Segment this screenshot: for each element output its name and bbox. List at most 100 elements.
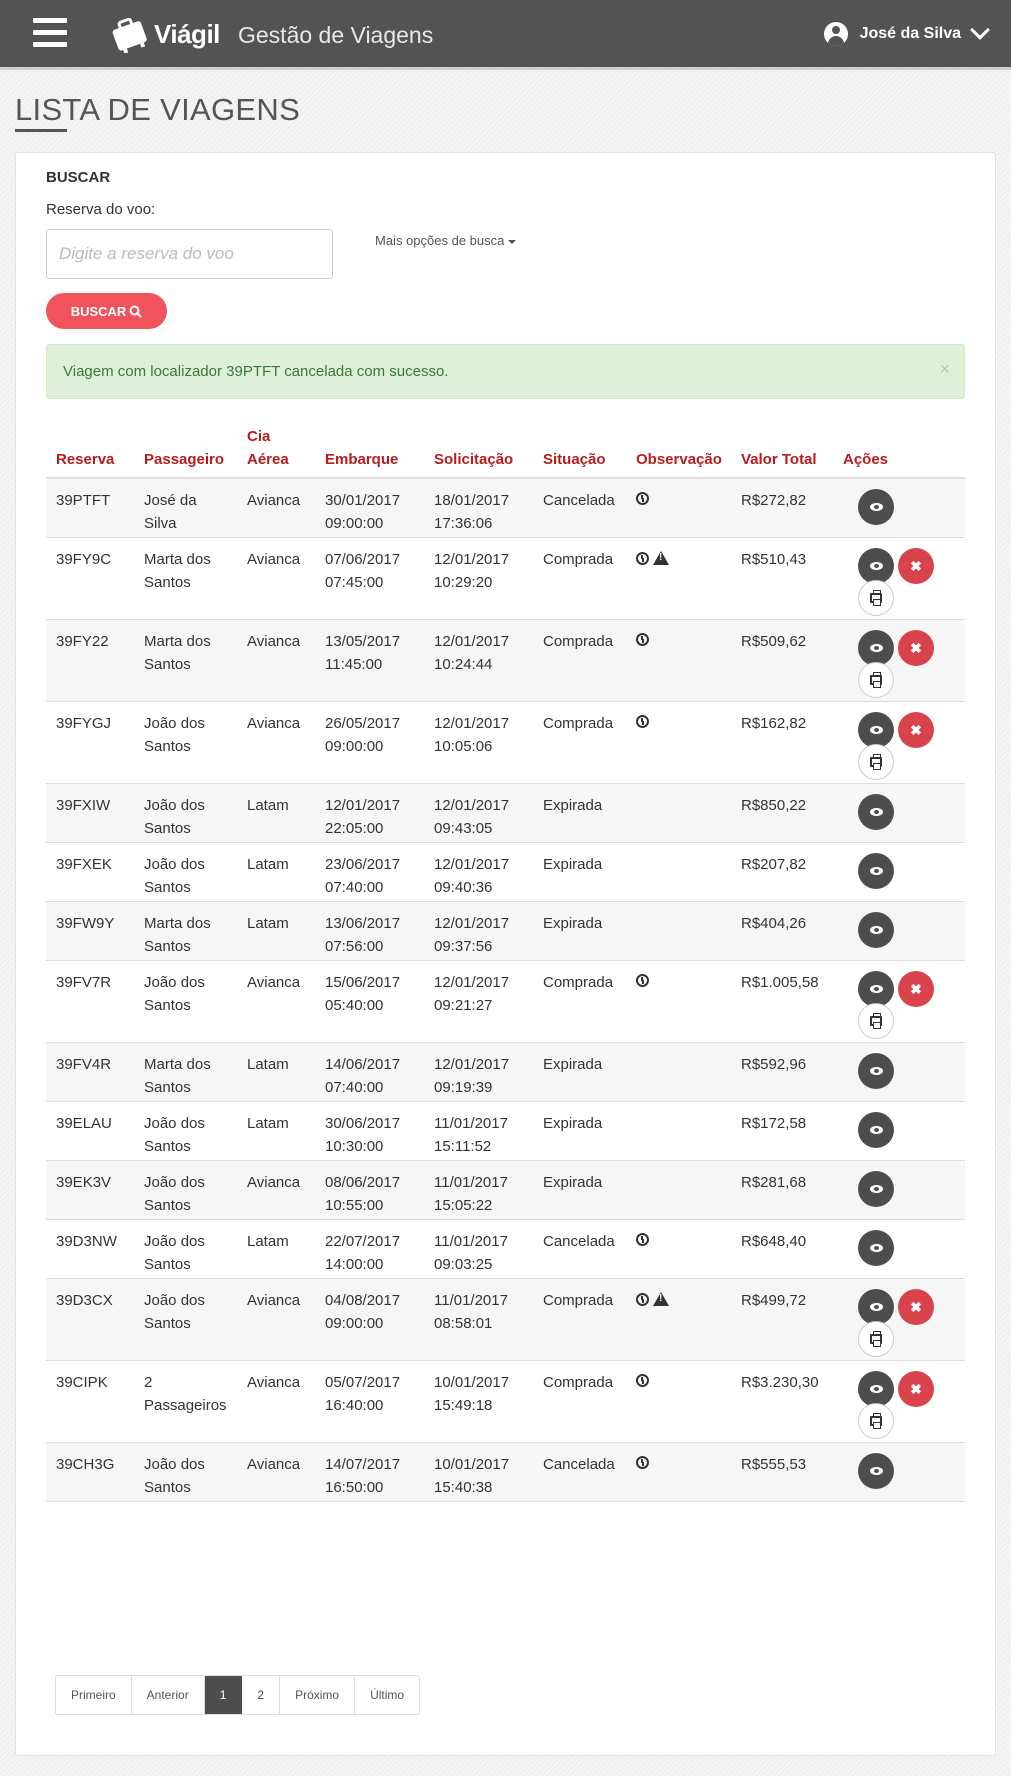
col-header-observacao[interactable]: Observação	[636, 448, 722, 471]
col-header-valor-total[interactable]: Valor Total	[741, 448, 817, 471]
trips-card: BUSCAR Reserva do voo: Mais opções de bu…	[15, 152, 996, 1756]
passenger-line2: Santos	[144, 938, 191, 955]
status-text: Cancelada	[543, 1456, 615, 1473]
cell-passageiro: João dos Santos	[144, 853, 239, 899]
brand-logo[interactable]: Viágil	[108, 14, 220, 54]
view-button[interactable]	[858, 1453, 894, 1489]
airline-name: Latam	[247, 1233, 289, 1250]
cell-reserva: 39D3CX	[56, 1289, 113, 1312]
menu-icon[interactable]	[33, 18, 67, 48]
cell-reserva: 39FV4R	[56, 1053, 111, 1076]
suitcase-icon	[112, 17, 147, 53]
cell-cia-aerea: Avianca	[247, 548, 300, 571]
total-value: R$3.230,30	[741, 1374, 819, 1391]
brand-name: Viágil	[154, 18, 220, 49]
view-button[interactable]	[858, 853, 894, 889]
cancel-trip-button[interactable]: ✖	[898, 712, 934, 748]
col-header-situacao[interactable]: Situação	[543, 448, 606, 471]
table-body: 39PTFT José da Silva Avianca 30/01/2017 09:00…	[46, 479, 965, 1502]
view-button[interactable]	[858, 1053, 894, 1089]
solicitacao-date: 11/01/2017	[434, 1174, 508, 1191]
cell-valor-total: R$510,43	[741, 548, 806, 571]
view-button[interactable]	[858, 489, 894, 525]
passenger-line2: Santos	[144, 574, 191, 591]
view-button[interactable]	[858, 1230, 894, 1266]
embarque-time: 14:00:00	[325, 1256, 384, 1273]
page-link-1[interactable]: Primeiro	[56, 1676, 132, 1714]
col-header-reserva[interactable]: Reserva	[56, 448, 114, 471]
cancel-trip-button[interactable]: ✖	[898, 548, 934, 584]
passenger-line1: José da	[144, 492, 197, 509]
view-button[interactable]	[858, 1112, 894, 1148]
clock-icon	[636, 1233, 649, 1246]
reserva-code: 39FY22	[56, 633, 109, 650]
total-value: R$509,62	[741, 633, 807, 650]
print-button[interactable]	[858, 1403, 894, 1439]
view-button[interactable]	[858, 912, 894, 948]
print-button[interactable]	[858, 580, 894, 616]
table-row: 39FV7R João dos Santos Avianca 15/06/2017 05:…	[46, 961, 965, 1043]
page-link-6[interactable]: Último	[355, 1676, 420, 1714]
page-link-3[interactable]: 1	[204, 1676, 243, 1714]
reserva-code: 39FV4R	[56, 1056, 112, 1073]
cell-observacao	[636, 1292, 669, 1306]
status-text: Comprada	[543, 974, 614, 991]
top-navbar: Viágil Gestão de Viagens José da Silva	[0, 0, 1011, 70]
print-button[interactable]	[858, 662, 894, 698]
col-header-solicitacao[interactable]: Solicitação	[434, 448, 513, 471]
user-name: José da Silva	[859, 25, 961, 42]
cell-reserva: 39FY9C	[56, 548, 111, 571]
embarque-date: 14/06/2017	[325, 1056, 401, 1073]
flight-reservation-input[interactable]	[46, 229, 333, 279]
solicitacao-time: 09:19:39	[434, 1079, 493, 1096]
cell-observacao	[636, 715, 649, 728]
view-button[interactable]	[858, 712, 894, 748]
cell-embarque: 30/01/2017 09:00:00	[325, 489, 400, 535]
search-button[interactable]: BUSCAR	[46, 293, 167, 329]
col-header-embarque[interactable]: Embarque	[325, 448, 398, 471]
reserva-code: 39FXIW	[56, 797, 111, 814]
cell-reserva: 39CH3G	[56, 1453, 114, 1476]
passenger-line1: 2	[144, 1374, 153, 1391]
col-header-cia-aerea[interactable]: Cia Aérea	[247, 425, 289, 471]
col-header-cia-line2: Aérea	[247, 451, 289, 468]
solicitacao-time: 15:11:52	[434, 1138, 492, 1155]
embarque-date: 14/07/2017	[325, 1456, 401, 1473]
view-button[interactable]	[858, 548, 894, 584]
print-button[interactable]	[858, 744, 894, 780]
cell-valor-total: R$555,53	[741, 1453, 806, 1476]
status-text: Expirada	[543, 1056, 603, 1073]
cell-solicitacao: 11/01/2017 08:58:01	[434, 1289, 508, 1335]
cancel-trip-button[interactable]: ✖	[898, 1289, 934, 1325]
view-button[interactable]	[858, 630, 894, 666]
cell-passageiro: João dos Santos	[144, 1453, 239, 1499]
cancel-trip-button[interactable]: ✖	[898, 1371, 934, 1407]
more-search-options-toggle[interactable]: Mais opções de busca	[375, 233, 517, 248]
cell-solicitacao: 12/01/2017 09:21:27	[434, 971, 509, 1017]
table-row: 39FXIW João dos Santos Latam 12/01/2017 22:05…	[46, 784, 965, 843]
close-icon: ✖	[910, 558, 922, 574]
view-button[interactable]	[858, 1171, 894, 1207]
view-button[interactable]	[858, 1371, 894, 1407]
cell-acoes	[858, 1230, 936, 1266]
embarque-time: 09:00:00	[325, 738, 384, 755]
view-button[interactable]	[858, 971, 894, 1007]
print-button[interactable]	[858, 1003, 894, 1039]
close-icon[interactable]: ×	[939, 359, 950, 380]
embarque-date: 23/06/2017	[325, 856, 401, 873]
page-link-2[interactable]: Anterior	[131, 1676, 205, 1714]
passenger-line2: Passageiros	[144, 1397, 227, 1414]
page-link-5[interactable]: Próximo	[280, 1676, 356, 1714]
user-menu[interactable]: José da Silva	[823, 20, 990, 46]
cell-acoes	[858, 912, 936, 948]
airline-name: Avianca	[247, 1374, 301, 1391]
view-button[interactable]	[858, 794, 894, 830]
page-link-4[interactable]: 2	[242, 1676, 281, 1714]
print-button[interactable]	[858, 1321, 894, 1357]
cell-situacao: Cancelada	[543, 1230, 615, 1253]
passenger-line2: Santos	[144, 1256, 191, 1273]
cancel-trip-button[interactable]: ✖	[898, 630, 934, 666]
view-button[interactable]	[858, 1289, 894, 1325]
cancel-trip-button[interactable]: ✖	[898, 971, 934, 1007]
col-header-passageiro[interactable]: Passageiro	[144, 448, 239, 471]
